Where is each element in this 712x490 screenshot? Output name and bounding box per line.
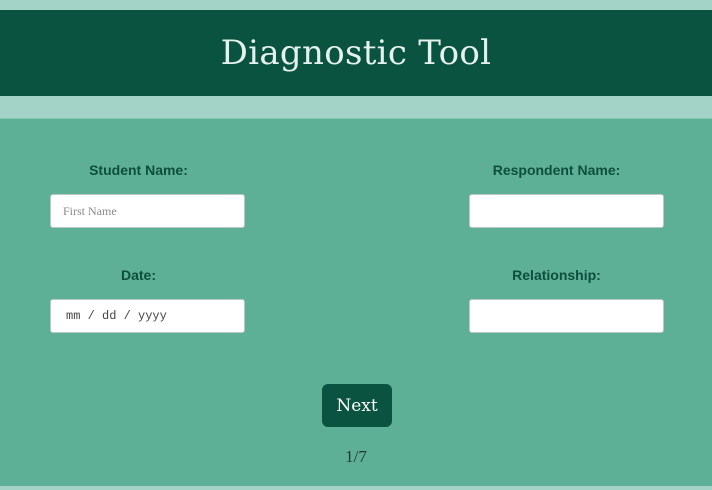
header-divider-strip — [0, 96, 712, 118]
student-name-label: Student Name: — [89, 162, 188, 178]
respondent-name-input[interactable] — [469, 194, 664, 228]
page-header: Diagnostic Tool — [0, 10, 712, 96]
page-indicator: 1/7 — [345, 447, 367, 466]
bottom-strip — [0, 486, 712, 490]
top-strip — [0, 0, 712, 10]
student-name-input[interactable] — [50, 194, 245, 228]
relationship-label: Relationship: — [512, 267, 601, 283]
next-button[interactable]: Next — [322, 384, 392, 427]
date-input[interactable] — [50, 299, 245, 333]
date-label: Date: — [120, 267, 156, 283]
page-title: Diagnostic Tool — [220, 33, 492, 73]
respondent-name-label: Respondent Name: — [492, 162, 621, 178]
form-panel: Student Name: Respondent Name: Date: Rel… — [0, 118, 712, 486]
relationship-input[interactable] — [469, 299, 664, 333]
